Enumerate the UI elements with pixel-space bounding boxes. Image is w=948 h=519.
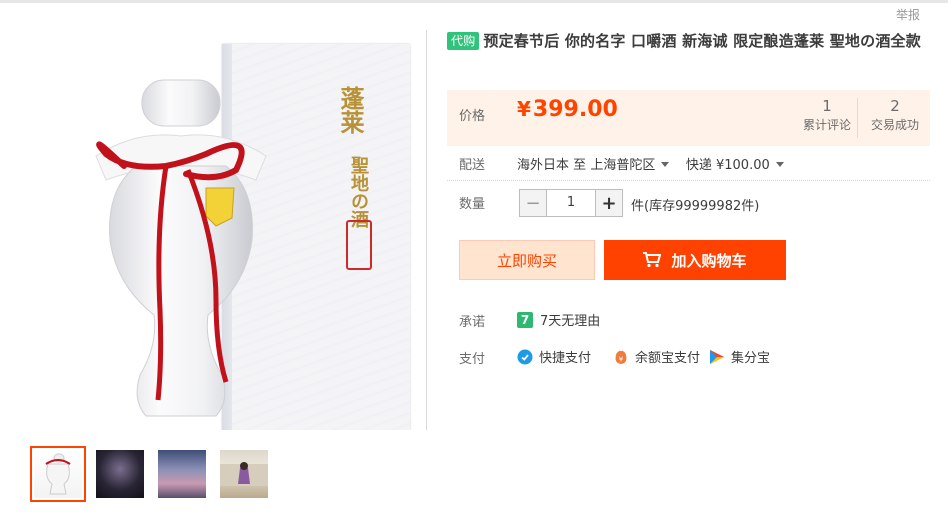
divider-dotted [447, 180, 930, 181]
thumbnail-4[interactable] [216, 446, 272, 502]
deals-label: 交易成功 [870, 118, 919, 132]
quantity-label: 数量 [459, 197, 486, 212]
currency-symbol: ¥ [517, 97, 531, 121]
quantity-input[interactable]: 1 [546, 190, 596, 216]
image-divider [426, 30, 427, 430]
cart-icon [643, 252, 662, 268]
promise-row: 承诺 7 7天无理由 [459, 311, 600, 330]
price-value: ¥399.00 [517, 97, 618, 122]
seven-day-icon: 7 [517, 311, 533, 328]
top-rule [0, 0, 948, 3]
reviews-stat[interactable]: 1 累计评论 [789, 96, 865, 133]
product-title: 代购 预定春节后 你的名字 口嚼酒 新海诚 限定酿造蓬莱 聖地の酒全款 [447, 30, 930, 52]
pay-method-jifenbao[interactable]: 集分宝 [709, 347, 770, 366]
deals-stat: 2 交易成功 [857, 96, 933, 133]
deals-count: 2 [890, 97, 900, 115]
quantity-row: 数量 − 1 + 件(库存99999982件) [459, 189, 759, 217]
ship-to-select[interactable]: 上海普陀区 [590, 158, 670, 173]
thumbnail-3[interactable] [154, 446, 210, 502]
pay-method-quick[interactable]: 快捷支付 [517, 347, 591, 366]
shield-pay-icon [517, 349, 533, 364]
ship-to-word: 至 [573, 158, 587, 173]
quantity-stepper: − 1 + [519, 189, 623, 217]
box-calligraphy-2: 聖地の酒 [348, 156, 369, 228]
reviews-count: 1 [822, 97, 832, 115]
price-amount: 399.00 [532, 97, 618, 122]
stock-text: 件(库存99999982件) [631, 199, 760, 214]
shipping-details: 海外日本 至 上海普陀区 快递 ¥100.00 [517, 154, 784, 173]
ship-method-select[interactable]: 快递 ¥100.00 [686, 158, 784, 173]
reviews-label: 累计评论 [802, 118, 851, 132]
seven-day-return[interactable]: 7 7天无理由 [517, 310, 600, 329]
sake-bottle-image [95, 79, 267, 417]
product-info-panel: 代购 预定春节后 你的名字 口嚼酒 新海诚 限定酿造蓬莱 聖地の酒全款 价格 ¥3… [447, 30, 930, 367]
yuebao-icon: ¥ [615, 349, 627, 364]
price-panel: 价格 ¥399.00 1 累计评论 2 交易成功 [447, 90, 930, 146]
thumbnail-strip [30, 446, 272, 502]
price-label: 价格 [459, 109, 486, 124]
thumbnail-2[interactable] [92, 446, 148, 502]
chevron-down-icon [775, 162, 784, 167]
shipping-row: 配送 海外日本 至 上海普陀区 快递 ¥100.00 [459, 154, 784, 173]
increment-button[interactable]: + [596, 190, 622, 216]
seven-day-text: 7天无理由 [540, 314, 601, 329]
jifenbao-icon [710, 349, 724, 364]
thumbnail-1[interactable] [30, 446, 86, 502]
report-link[interactable]: 举报 [896, 6, 920, 23]
decrement-button[interactable]: − [520, 190, 546, 216]
red-seal-stamp [346, 220, 372, 270]
pay-method-yuebao[interactable]: ¥ 余额宝支付 [613, 347, 700, 366]
daigou-tag: 代购 [447, 32, 480, 50]
svg-text:¥: ¥ [619, 355, 624, 363]
buy-now-button[interactable]: 立即购买 [459, 240, 595, 280]
payment-row: 支付 快捷支付 ¥ 余额宝支付 集分宝 [459, 348, 770, 367]
chevron-down-icon [661, 162, 670, 167]
main-product-image: 蓬莱 聖地の酒 [30, 30, 427, 430]
add-to-cart-label: 加入购物车 [671, 251, 747, 270]
ship-from: 海外日本 [517, 158, 570, 173]
add-to-cart-button[interactable]: 加入购物车 [604, 240, 786, 280]
promise-label: 承诺 [459, 315, 486, 330]
product-title-text: 预定春节后 你的名字 口嚼酒 新海诚 限定酿造蓬莱 聖地の酒全款 [483, 32, 921, 50]
shipping-label: 配送 [459, 158, 486, 173]
payment-label: 支付 [459, 352, 486, 367]
box-calligraphy-1: 蓬莱 [336, 86, 365, 134]
